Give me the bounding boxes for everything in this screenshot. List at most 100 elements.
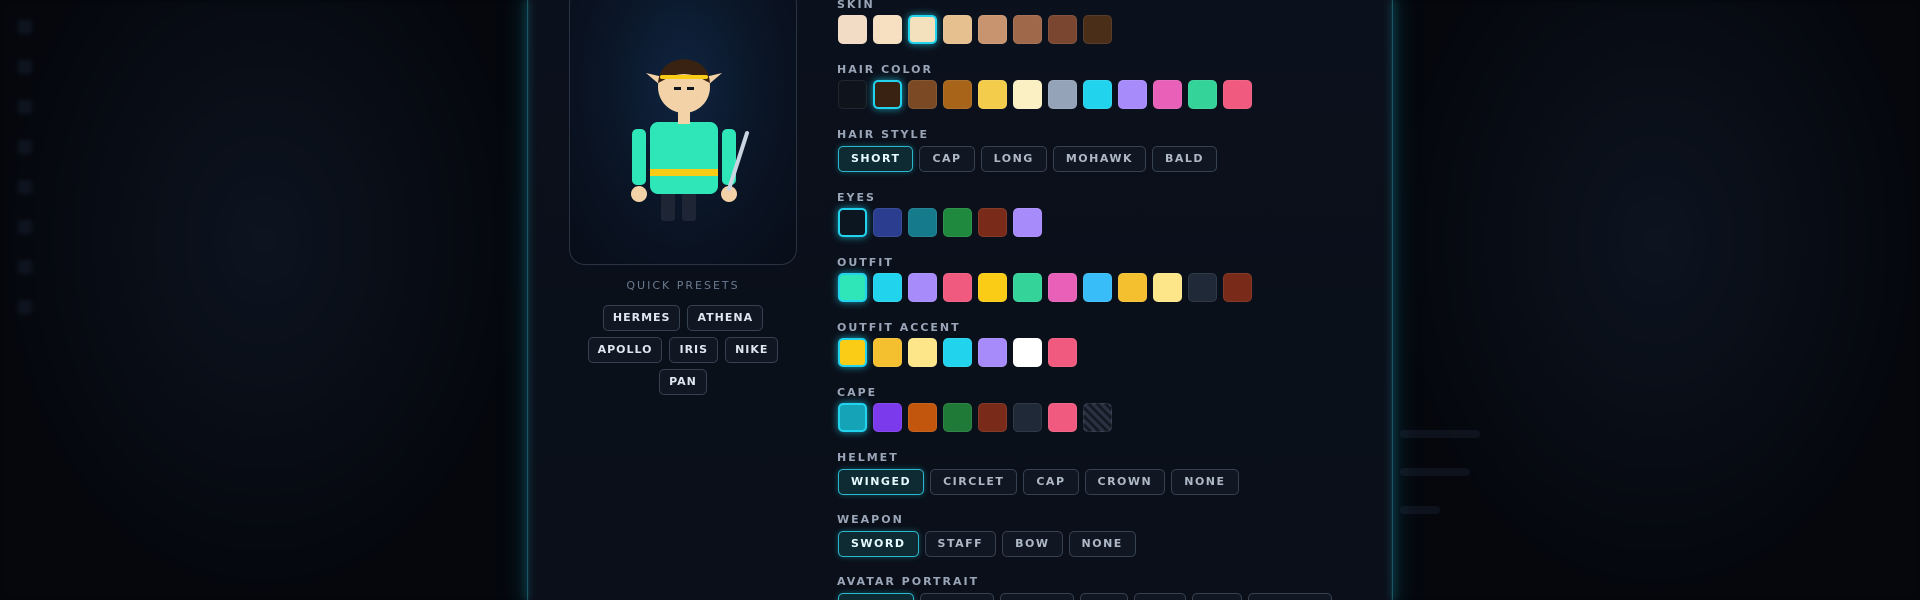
- outfit-accent-swatch[interactable]: [838, 338, 867, 367]
- weapon-option-staff[interactable]: STAFF: [924, 531, 997, 557]
- hair-style-option-mohawk[interactable]: MOHAWK: [1052, 146, 1147, 172]
- weapon-option-bow[interactable]: BOW: [1002, 531, 1063, 557]
- outfit-accent-swatch[interactable]: [1048, 338, 1077, 367]
- eyes-swatch[interactable]: [838, 208, 867, 237]
- skin-swatch[interactable]: [838, 15, 867, 44]
- hair-color-swatches: [838, 80, 1252, 109]
- portrait-option[interactable]: [1248, 593, 1332, 600]
- portrait-option[interactable]: [1192, 593, 1242, 600]
- avatar-preview: [569, 0, 797, 265]
- helmet-label: HELMET: [837, 451, 899, 464]
- hair-color-swatch[interactable]: [1013, 80, 1042, 109]
- outfit-swatch[interactable]: [1048, 273, 1077, 302]
- cape-swatch[interactable]: [1083, 403, 1112, 432]
- background-blur-lines: [1400, 430, 1480, 544]
- hair-color-swatch[interactable]: [978, 80, 1007, 109]
- outfit-accent-swatch[interactable]: [873, 338, 902, 367]
- hair-color-swatch[interactable]: [943, 80, 972, 109]
- helmet-option-none[interactable]: NONE: [1171, 469, 1239, 495]
- outfit-accent-swatch[interactable]: [1013, 338, 1042, 367]
- preset-button-apollo[interactable]: APOLLO: [587, 337, 663, 363]
- hair-style-label: HAIR STYLE: [837, 128, 930, 141]
- avatar-portrait-label: AVATAR PORTRAIT: [837, 575, 980, 588]
- skin-swatch[interactable]: [873, 15, 902, 44]
- portrait-option[interactable]: [838, 593, 914, 600]
- outfit-swatch[interactable]: [943, 273, 972, 302]
- cape-swatch[interactable]: [978, 403, 1007, 432]
- preset-button-nike[interactable]: NIKE: [725, 337, 779, 363]
- outfit-accent-swatch[interactable]: [978, 338, 1007, 367]
- cape-swatch[interactable]: [1048, 403, 1077, 432]
- panel-glow-left: [525, 0, 529, 600]
- hair-color-swatch[interactable]: [1223, 80, 1252, 109]
- skin-swatch[interactable]: [1048, 15, 1077, 44]
- avatar-portrait-options: [838, 593, 1332, 600]
- eyes-swatch[interactable]: [873, 208, 902, 237]
- outfit-swatch[interactable]: [1013, 273, 1042, 302]
- outfit-swatch[interactable]: [908, 273, 937, 302]
- eyes-swatch[interactable]: [908, 208, 937, 237]
- outfit-swatch[interactable]: [838, 273, 867, 302]
- portrait-option[interactable]: [1080, 593, 1128, 600]
- outfit-swatches: [838, 273, 1252, 302]
- outfit-label: OUTFIT: [837, 256, 894, 269]
- skin-swatch[interactable]: [1083, 15, 1112, 44]
- hair-style-option-cap[interactable]: CAP: [919, 146, 975, 172]
- quick-presets: HERMES ATHENA APOLLO IRIS NIKE PAN: [569, 305, 797, 395]
- hair-color-swatch[interactable]: [838, 80, 867, 109]
- cape-swatch[interactable]: [1013, 403, 1042, 432]
- skin-swatch[interactable]: [978, 15, 1007, 44]
- portrait-option[interactable]: [1000, 593, 1074, 600]
- outfit-accent-swatches: [838, 338, 1077, 367]
- hair-color-swatch[interactable]: [1048, 80, 1077, 109]
- preset-button-athena[interactable]: ATHENA: [687, 305, 764, 331]
- preset-button-pan[interactable]: PAN: [659, 369, 707, 395]
- outfit-swatch[interactable]: [1223, 273, 1252, 302]
- cape-swatch[interactable]: [873, 403, 902, 432]
- helmet-option-circlet[interactable]: CIRCLET: [930, 469, 1018, 495]
- cape-swatch[interactable]: [838, 403, 867, 432]
- hair-color-swatch[interactable]: [1083, 80, 1112, 109]
- helmet-option-winged[interactable]: WINGED: [838, 469, 925, 495]
- outfit-accent-swatch[interactable]: [943, 338, 972, 367]
- skin-swatch[interactable]: [943, 15, 972, 44]
- cape-label: CAPE: [837, 386, 878, 399]
- hair-style-option-short[interactable]: SHORT: [838, 146, 914, 172]
- hair-color-swatch[interactable]: [1118, 80, 1147, 109]
- hair-style-option-bald[interactable]: BALD: [1152, 146, 1218, 172]
- preset-button-iris[interactable]: IRIS: [669, 337, 719, 363]
- hair-style-options: SHORT CAP LONG MOHAWK BALD: [838, 146, 1218, 172]
- background-left: [0, 0, 527, 600]
- outfit-swatch[interactable]: [1118, 273, 1147, 302]
- outfit-swatch[interactable]: [1188, 273, 1217, 302]
- hair-color-swatch[interactable]: [908, 80, 937, 109]
- skin-swatch[interactable]: [908, 15, 937, 44]
- cape-swatch[interactable]: [943, 403, 972, 432]
- hair-color-swatch[interactable]: [1153, 80, 1182, 109]
- portrait-option[interactable]: [920, 593, 994, 600]
- helmet-option-cap[interactable]: CAP: [1023, 469, 1079, 495]
- weapon-option-none[interactable]: NONE: [1068, 531, 1136, 557]
- preset-button-hermes[interactable]: HERMES: [602, 305, 681, 331]
- skin-swatch[interactable]: [1013, 15, 1042, 44]
- hair-color-swatch[interactable]: [873, 80, 902, 109]
- outfit-accent-swatch[interactable]: [908, 338, 937, 367]
- outfit-swatch[interactable]: [1083, 273, 1112, 302]
- hair-style-option-long[interactable]: LONG: [980, 146, 1047, 172]
- weapon-label: WEAPON: [837, 513, 904, 526]
- helmet-option-crown[interactable]: CROWN: [1084, 469, 1166, 495]
- skin-label: SKIN: [837, 0, 875, 11]
- panel-glow-right: [1391, 0, 1395, 600]
- outfit-swatch[interactable]: [873, 273, 902, 302]
- outfit-swatch[interactable]: [1153, 273, 1182, 302]
- eyes-swatch[interactable]: [943, 208, 972, 237]
- eyes-swatch[interactable]: [1013, 208, 1042, 237]
- cape-swatch[interactable]: [908, 403, 937, 432]
- outfit-swatch[interactable]: [978, 273, 1007, 302]
- eyes-swatch[interactable]: [978, 208, 1007, 237]
- weapon-option-sword[interactable]: SWORD: [838, 531, 919, 557]
- portrait-option[interactable]: [1134, 593, 1186, 600]
- helmet-options: WINGED CIRCLET CAP CROWN NONE: [838, 469, 1239, 495]
- outfit-accent-label: OUTFIT ACCENT: [837, 321, 961, 334]
- hair-color-swatch[interactable]: [1188, 80, 1217, 109]
